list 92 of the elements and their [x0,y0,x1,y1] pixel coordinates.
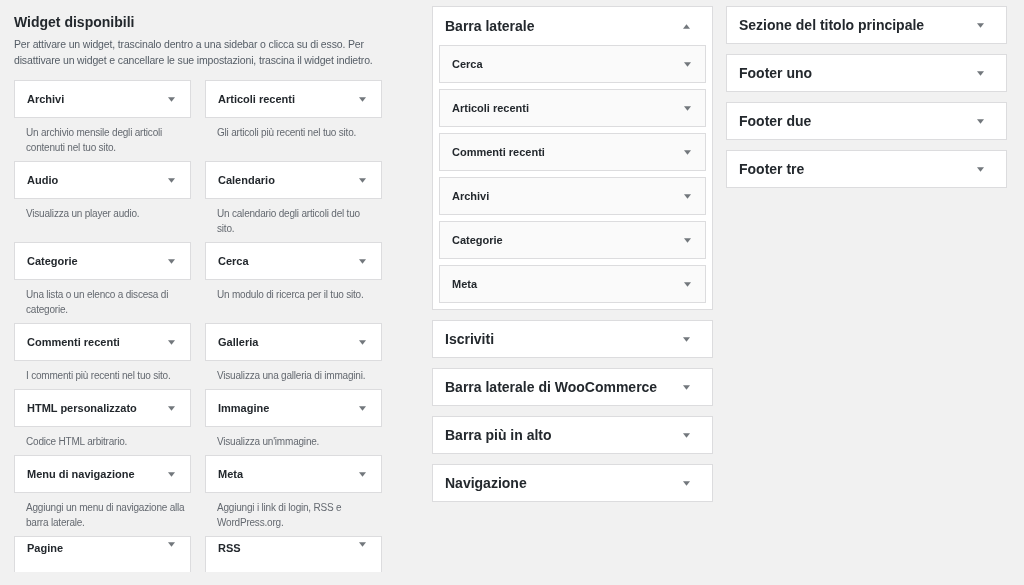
widget-card[interactable]: Pagine [14,536,191,572]
widget-title: Archivi [27,93,65,105]
expand-arrow-icon[interactable] [359,542,366,547]
sidebar-title[interactable]: Sezione del titolo principale [739,17,925,33]
widget-title: Meta [218,468,244,480]
widget-title: Galleria [218,336,259,348]
widget-description: Visualizza una galleria di immagini. [216,369,367,383]
widget-card[interactable]: Archivi [14,80,191,118]
expand-arrow-icon[interactable] [684,281,691,287]
widget-title: Meta [452,278,478,290]
widget-title: Commenti recenti [452,146,545,158]
widget-title: Archivi [452,190,490,202]
expand-arrow-icon[interactable] [359,405,366,411]
widget-title: Articoli recenti [218,93,296,105]
widget-card[interactable]: Articoli recenti [439,89,706,127]
expand-arrow-icon[interactable] [168,542,175,547]
widget-title: Audio [27,174,59,186]
widget-description: Gli articoli più recenti nel tuo sito. [216,126,358,140]
expand-arrow-icon[interactable] [168,471,175,477]
widget-description: Visualizza un player audio. [25,207,141,221]
expand-arrow-icon[interactable] [359,471,366,477]
widget-card[interactable]: Commenti recenti [439,133,706,171]
expand-arrow-icon[interactable] [977,166,984,172]
widget-title: Cerca [452,58,483,70]
widget-description: Aggiungi i link di login, RSS e WordPress.org. [216,501,343,530]
sidebar-title[interactable]: Footer tre [739,161,805,177]
expand-arrow-icon[interactable] [683,384,690,390]
widget-title: Categorie [452,234,503,246]
widget-card[interactable]: Articoli recenti [205,80,382,118]
widget-card[interactable]: Cerca [439,45,706,83]
widget-description: Una lista o un elenco a discesa di categorie. [25,288,170,317]
widget-card[interactable]: Archivi [439,177,706,215]
widget-title: Immagine [218,402,270,414]
widget-title: Calendario [218,174,275,186]
widget-card[interactable]: Categorie [439,221,706,259]
widget-title: Commenti recenti [27,336,120,348]
widget-card[interactable]: Meta [205,455,382,493]
sidebar-title[interactable]: Barra più in alto [445,427,552,443]
widget-card[interactable]: HTML personalizzato [14,389,191,427]
widget-title: Articoli recenti [452,102,530,114]
expand-arrow-icon[interactable] [684,105,691,111]
expand-arrow-icon[interactable] [684,61,691,67]
expand-arrow-icon[interactable] [684,237,691,243]
widget-description: I commenti più recenti nel tuo sito. [25,369,172,383]
widget-title: HTML personalizzato [27,402,137,414]
widget-title: RSS [218,542,241,554]
expand-arrow-icon[interactable] [683,336,690,342]
expand-arrow-icon[interactable] [168,96,175,102]
expand-arrow-icon[interactable] [359,96,366,102]
widget-title: Categorie [27,255,78,267]
expand-arrow-icon[interactable] [977,118,984,124]
expand-arrow-icon[interactable] [977,22,984,28]
widget-description: Un archivio mensile degli articoli contenuti nel tuo sito. [25,126,164,155]
widget-card[interactable]: Menu di navigazione [14,455,191,493]
widget-card[interactable]: Calendario [205,161,382,199]
widget-title: Menu di navigazione [27,468,135,480]
expand-arrow-icon[interactable] [168,405,175,411]
widget-title: Pagine [27,542,64,554]
expand-arrow-icon[interactable] [168,177,175,183]
widget-card[interactable]: Galleria [205,323,382,361]
expand-arrow-icon[interactable] [359,177,366,183]
instructions-text: Per attivare un widget, trascinalo dentro a una sidebar o clicca su di esso. Per disattivare un widget e cancellare le sue impostazioni, trascina il widget indietro. [14,37,374,68]
widget-card[interactable]: Cerca [205,242,382,280]
sidebar-title[interactable]: Footer uno [739,65,813,81]
widget-description: Un calendario degli articoli del tuo sito. [216,207,361,236]
sidebar-title[interactable]: Footer due [739,113,812,129]
expand-arrow-icon[interactable] [684,193,691,199]
expand-arrow-icon[interactable] [168,258,175,264]
sidebar-title[interactable]: Barra laterale di WooCommerce [445,379,658,395]
sidebar-title[interactable]: Barra laterale [445,18,535,34]
widget-description: Codice HTML arbitrario. [25,435,129,449]
expand-arrow-icon[interactable] [683,480,690,486]
expand-arrow-icon[interactable] [684,149,691,155]
section-title: Widget disponibili [14,14,136,30]
expand-arrow-icon[interactable] [359,258,366,264]
collapse-arrow-icon[interactable] [683,23,690,29]
sidebar-title[interactable]: Iscriviti [445,331,495,347]
expand-arrow-icon[interactable] [359,339,366,345]
expand-arrow-icon[interactable] [683,432,690,438]
widget-card[interactable]: Meta [439,265,706,303]
widget-title: Cerca [218,255,249,267]
widget-description: Visualizza un'immagine. [216,435,321,449]
widget-description: Un modulo di ricerca per il tuo sito. [216,288,365,302]
sidebar-title[interactable]: Navigazione [445,475,527,491]
widget-card[interactable]: Commenti recenti [14,323,191,361]
widget-card[interactable]: Audio [14,161,191,199]
widget-description: Aggiungi un menu di navigazione alla barra laterale. [25,501,186,530]
widget-card[interactable]: Categorie [14,242,191,280]
widget-card[interactable]: Immagine [205,389,382,427]
expand-arrow-icon[interactable] [977,70,984,76]
expand-arrow-icon[interactable] [168,339,175,345]
widget-card[interactable]: RSS [205,536,382,572]
